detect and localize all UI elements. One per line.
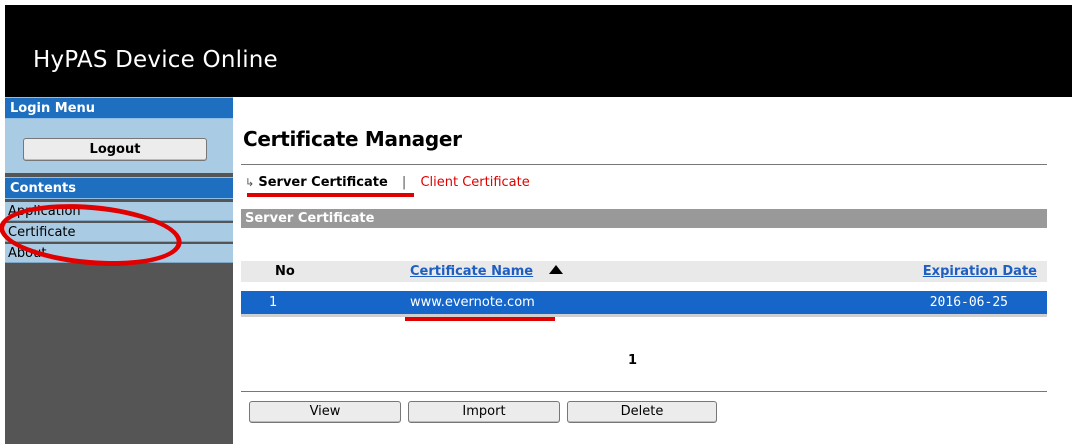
view-button[interactable]: View (249, 401, 401, 423)
logout-button[interactable]: Logout (23, 138, 207, 161)
certificate-tabs: ↳ Server Certificate | Client Certificat… (245, 175, 530, 190)
cell-certificate-name: www.evernote.com (410, 295, 535, 310)
sort-ascending-icon (549, 265, 563, 274)
row-divider (241, 314, 1047, 317)
import-button[interactable]: Import (408, 401, 560, 423)
sidebar-item-application[interactable]: Application (5, 202, 233, 221)
column-certificate-name[interactable]: Certificate Name (410, 264, 533, 279)
app-title: HyPAS Device Online (33, 47, 278, 73)
tab-separator: | (401, 175, 407, 190)
sidebar-item-about[interactable]: About (5, 244, 233, 263)
certificate-name-red-underline (405, 317, 555, 321)
page-number[interactable]: 1 (628, 353, 637, 368)
server-tab-red-underline (247, 193, 414, 197)
table-header: No Certificate Name Expiration Date (241, 261, 1047, 282)
column-no: No (275, 264, 295, 279)
contents-header: Contents (5, 177, 233, 199)
app-header: HyPAS Device Online (5, 5, 1072, 97)
cell-no: 1 (269, 295, 278, 310)
arrow-return-icon: ↳ (245, 176, 255, 189)
tab-client-certificate[interactable]: Client Certificate (420, 175, 529, 190)
table-row[interactable]: 1 www.evernote.com 2016-06-25 (241, 291, 1047, 314)
page-title: Certificate Manager (243, 127, 462, 151)
tab-server-certificate[interactable]: Server Certificate (258, 175, 387, 190)
title-divider (241, 164, 1047, 165)
section-header: Server Certificate (241, 209, 1047, 228)
sidebar: Login Menu Logout Contents Application C… (5, 97, 233, 444)
bottom-divider (241, 391, 1047, 392)
main-content: Certificate Manager ↳ Server Certificate… (233, 97, 1072, 444)
sidebar-item-certificate[interactable]: Certificate (5, 223, 233, 242)
delete-button[interactable]: Delete (567, 401, 717, 423)
cell-expiration-date: 2016-06-25 (929, 295, 1008, 310)
column-expiration-date[interactable]: Expiration Date (923, 264, 1037, 279)
login-menu-header: Login Menu (5, 97, 233, 119)
login-menu-area: Logout (5, 119, 233, 173)
